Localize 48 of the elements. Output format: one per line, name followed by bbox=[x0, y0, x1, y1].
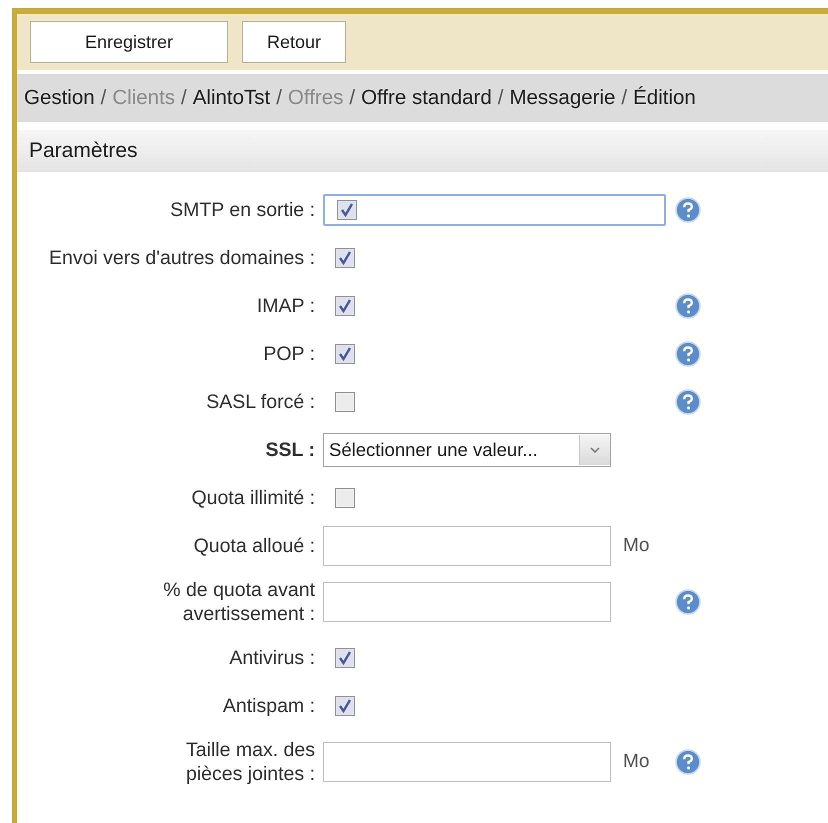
breadcrumb-item[interactable]: Édition bbox=[633, 86, 696, 110]
breadcrumb-separator: / bbox=[498, 86, 504, 110]
breadcrumb-item[interactable]: Offre standard bbox=[361, 86, 492, 110]
help-icon[interactable] bbox=[675, 293, 701, 319]
help-icon[interactable] bbox=[675, 197, 701, 223]
help-icon[interactable] bbox=[675, 341, 701, 367]
field-label: Antivirus : bbox=[229, 646, 316, 670]
section-header: Paramètres bbox=[17, 130, 828, 172]
field-label: % de quota avant avertissement : bbox=[162, 578, 316, 626]
unit-label: Mo bbox=[622, 535, 650, 557]
help-icon[interactable] bbox=[675, 589, 701, 615]
help-icon[interactable] bbox=[675, 389, 701, 415]
breadcrumb-separator: / bbox=[349, 86, 356, 110]
checkbox[interactable] bbox=[337, 200, 357, 220]
save-button[interactable]: Enregistrer bbox=[30, 21, 228, 63]
breadcrumb-separator: / bbox=[181, 86, 187, 110]
field-label: Quota alloué : bbox=[194, 534, 316, 558]
input-field[interactable] bbox=[323, 582, 611, 622]
breadcrumb-separator: / bbox=[621, 86, 628, 110]
breadcrumb-separator: / bbox=[276, 86, 282, 110]
field-label: Taille max. des pièces jointes : bbox=[185, 738, 316, 786]
field-label: IMAP : bbox=[256, 294, 316, 318]
field-label: Antispam : bbox=[222, 694, 316, 718]
checkbox[interactable] bbox=[335, 248, 355, 268]
checkbox[interactable] bbox=[335, 344, 355, 364]
breadcrumb-item[interactable]: AlintoTst bbox=[192, 86, 270, 110]
back-button[interactable]: Retour bbox=[242, 21, 346, 63]
checkbox[interactable] bbox=[335, 392, 355, 412]
field-label: SSL : bbox=[266, 438, 316, 462]
field-label: POP : bbox=[263, 342, 316, 366]
help-icon[interactable] bbox=[675, 749, 701, 775]
input-field[interactable] bbox=[323, 526, 611, 566]
field-label: Quota illimité : bbox=[191, 486, 316, 510]
checkbox[interactable] bbox=[335, 696, 355, 716]
unit-label: Mo bbox=[622, 751, 650, 773]
checkbox[interactable] bbox=[335, 296, 355, 316]
breadcrumb-item[interactable]: Gestion bbox=[24, 86, 95, 110]
breadcrumb-separator: / bbox=[100, 86, 106, 110]
checkbox[interactable] bbox=[335, 648, 355, 668]
breadcrumb-item[interactable]: Messagerie bbox=[509, 86, 616, 110]
field-label: SMTP en sortie : bbox=[170, 198, 316, 222]
checkbox[interactable] bbox=[335, 488, 355, 508]
select-field[interactable]: Sélectionner une valeur... bbox=[323, 433, 611, 467]
input-field[interactable] bbox=[323, 194, 666, 226]
input-field[interactable] bbox=[323, 742, 611, 782]
field-label: SASL forcé : bbox=[206, 390, 316, 414]
field-label: Envoi vers d'autres domaines : bbox=[48, 246, 316, 270]
caret-icon bbox=[590, 447, 600, 453]
